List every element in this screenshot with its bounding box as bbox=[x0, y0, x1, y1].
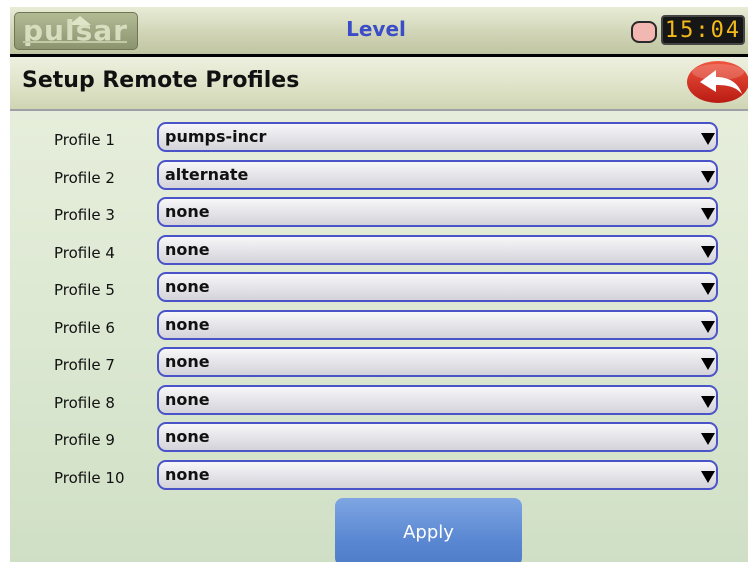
profile-row: Profile 7 none bbox=[10, 347, 748, 381]
device-screen: pulsar Level 15:04 Setup Remote Profiles bbox=[10, 7, 748, 562]
profile-label: Profile 2 bbox=[54, 169, 115, 187]
status-led-icon bbox=[631, 21, 657, 43]
profile-select[interactable]: none bbox=[157, 310, 718, 340]
dropdown-arrow-icon bbox=[701, 133, 715, 145]
profile-row: Profile 2 alternate bbox=[10, 160, 748, 194]
clock-display: 15:04 bbox=[661, 15, 745, 45]
profile-label: Profile 10 bbox=[54, 469, 125, 487]
profile-label: Profile 8 bbox=[54, 394, 115, 412]
profile-label: Profile 7 bbox=[54, 356, 115, 374]
logo-tagline-bar bbox=[23, 41, 127, 43]
dropdown-arrow-icon bbox=[701, 433, 715, 445]
profile-select[interactable]: none bbox=[157, 385, 718, 415]
profile-select[interactable]: alternate bbox=[157, 160, 718, 190]
dropdown-arrow-icon bbox=[701, 358, 715, 370]
profile-label: Profile 3 bbox=[54, 206, 115, 224]
profile-label: Profile 6 bbox=[54, 319, 115, 337]
profile-select-value: none bbox=[165, 240, 210, 259]
profile-label: Profile 5 bbox=[54, 281, 115, 299]
profile-select-value: none bbox=[165, 465, 210, 484]
profile-select-value: none bbox=[165, 315, 210, 334]
profile-label: Profile 4 bbox=[54, 244, 115, 262]
profile-select-value: none bbox=[165, 427, 210, 446]
profile-row: Profile 4 none bbox=[10, 235, 748, 269]
back-button[interactable] bbox=[686, 60, 748, 104]
profile-row: Profile 10 none bbox=[10, 460, 748, 494]
apply-button-label: Apply bbox=[403, 522, 454, 543]
top-bar: pulsar Level 15:04 bbox=[10, 7, 748, 54]
profile-select-value: alternate bbox=[165, 165, 249, 184]
dropdown-arrow-icon bbox=[701, 396, 715, 408]
profile-select[interactable]: none bbox=[157, 347, 718, 377]
dropdown-arrow-icon bbox=[701, 283, 715, 295]
profile-row: Profile 1 pumps-incr bbox=[10, 122, 748, 156]
profile-select-value: none bbox=[165, 352, 210, 371]
profile-select-value: none bbox=[165, 277, 210, 296]
profile-select[interactable]: pumps-incr bbox=[157, 122, 718, 152]
profile-select[interactable]: none bbox=[157, 272, 718, 302]
profile-select[interactable]: none bbox=[157, 235, 718, 265]
app-title: Level bbox=[346, 17, 406, 41]
profile-select-value: none bbox=[165, 202, 210, 221]
clock-time: 15:04 bbox=[664, 18, 742, 43]
profiles-panel: Profile 1 pumps-incr Profile 2 alternate Pro… bbox=[10, 111, 748, 562]
dropdown-arrow-icon bbox=[701, 246, 715, 258]
profile-row: Profile 9 none bbox=[10, 422, 748, 456]
page-title: Setup Remote Profiles bbox=[22, 68, 300, 93]
profile-select[interactable]: none bbox=[157, 197, 718, 227]
profile-select-value: pumps-incr bbox=[165, 127, 267, 146]
profile-row: Profile 5 none bbox=[10, 272, 748, 306]
profile-select[interactable]: none bbox=[157, 460, 718, 490]
profile-select[interactable]: none bbox=[157, 422, 718, 452]
dropdown-arrow-icon bbox=[701, 321, 715, 333]
page-header: Setup Remote Profiles bbox=[10, 57, 748, 111]
profile-row: Profile 8 none bbox=[10, 385, 748, 419]
dropdown-arrow-icon bbox=[701, 171, 715, 183]
profile-row: Profile 6 none bbox=[10, 310, 748, 344]
dropdown-arrow-icon bbox=[701, 208, 715, 220]
pulsar-logo: pulsar bbox=[14, 12, 138, 50]
dropdown-arrow-icon bbox=[701, 471, 715, 483]
profile-label: Profile 1 bbox=[54, 131, 115, 149]
apply-button[interactable]: Apply bbox=[335, 498, 522, 562]
profile-select-value: none bbox=[165, 390, 210, 409]
back-arrow-icon bbox=[687, 61, 748, 103]
profile-row: Profile 3 none bbox=[10, 197, 748, 231]
profile-label: Profile 9 bbox=[54, 431, 115, 449]
